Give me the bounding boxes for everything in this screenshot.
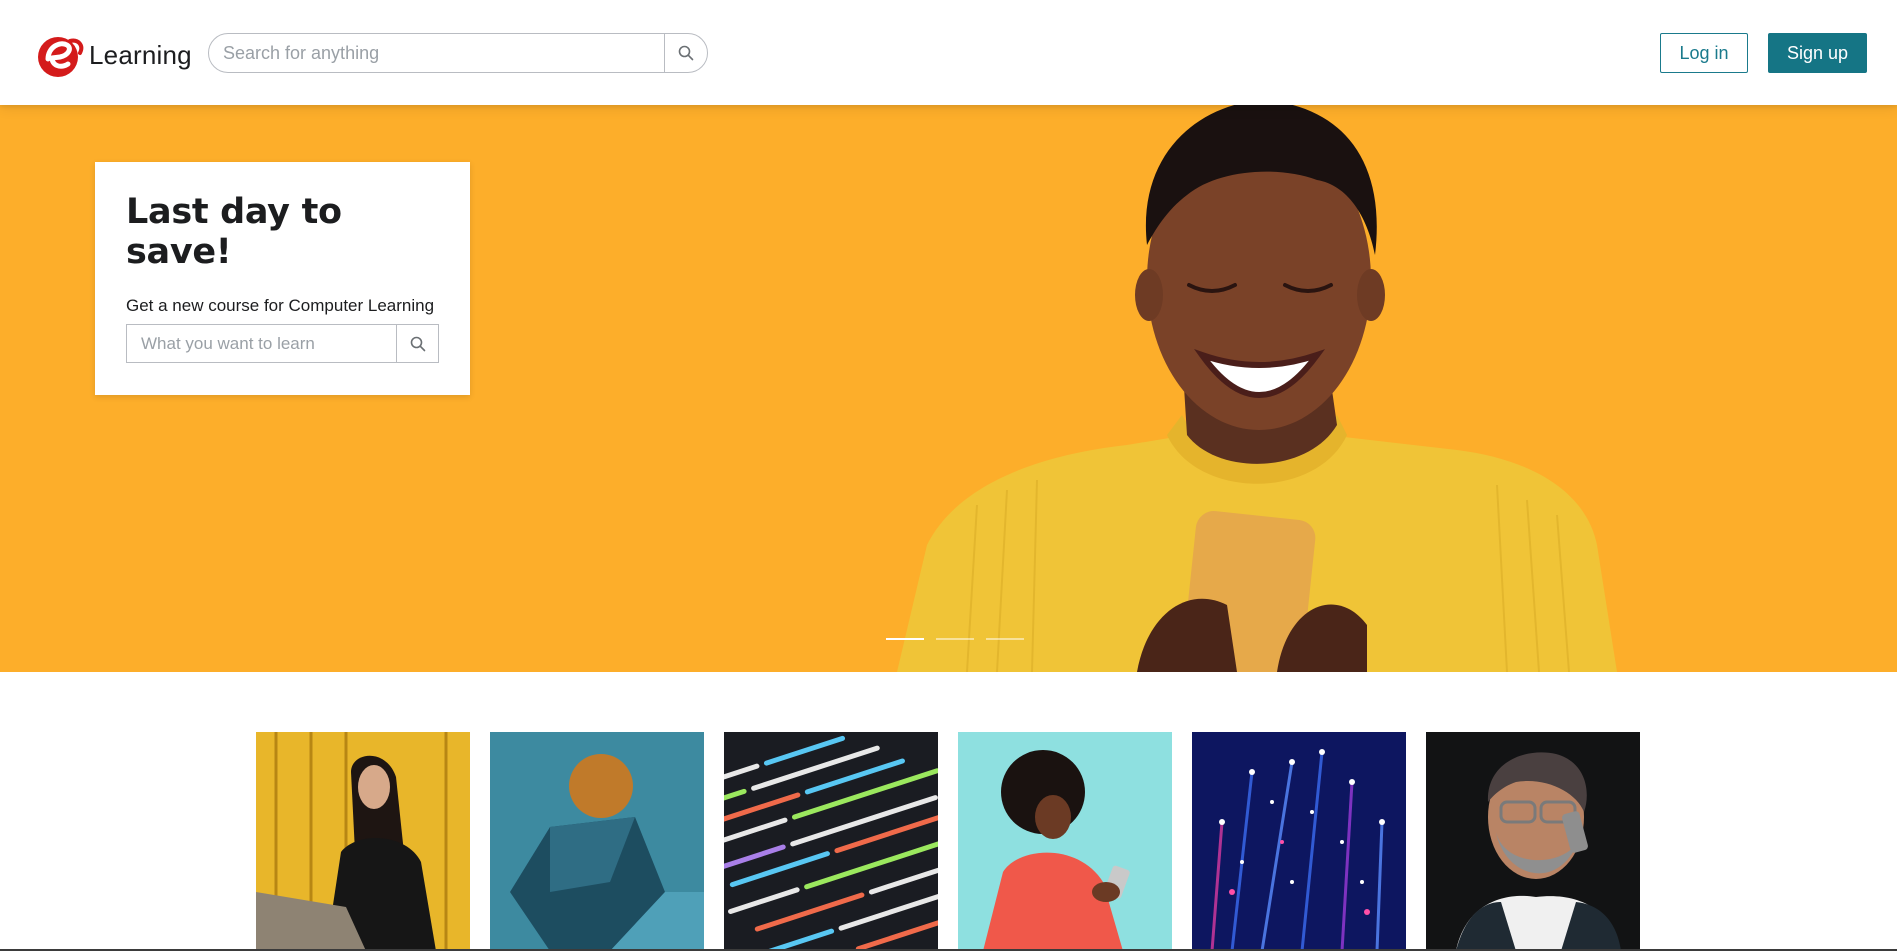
promo-title: Last day to save! xyxy=(126,192,342,272)
geometric-shapes-image xyxy=(490,732,704,951)
carousel-indicators xyxy=(886,638,1024,640)
login-button[interactable]: Log in xyxy=(1660,33,1748,73)
woman-writing-image xyxy=(256,732,470,951)
woman-phone-image xyxy=(958,732,1172,951)
search-button[interactable] xyxy=(664,34,707,72)
category-card[interactable] xyxy=(1192,732,1406,951)
hero-woman-phone-image xyxy=(897,105,1617,672)
signup-button[interactable]: Sign up xyxy=(1768,33,1867,73)
search-input[interactable] xyxy=(223,34,663,72)
man-on-phone-image xyxy=(1426,732,1640,951)
category-card[interactable] xyxy=(490,732,704,951)
search-icon xyxy=(410,336,425,351)
category-card[interactable] xyxy=(256,732,470,951)
fiber-optics-image xyxy=(1192,732,1406,951)
carousel-dot[interactable] xyxy=(986,638,1024,640)
search-icon xyxy=(678,45,694,61)
carousel-dot[interactable] xyxy=(936,638,974,640)
promo-card: Last day to save! Get a new course for C… xyxy=(95,162,470,395)
header-search xyxy=(208,33,708,73)
category-card[interactable] xyxy=(1426,732,1640,951)
category-card[interactable] xyxy=(724,732,938,951)
category-cards xyxy=(256,732,1642,951)
logo-e-icon xyxy=(38,37,84,77)
promo-search-button[interactable] xyxy=(396,325,438,362)
code-screen-image xyxy=(724,732,938,951)
hero-banner: Last day to save! Get a new course for C… xyxy=(0,105,1897,672)
promo-search-input[interactable] xyxy=(141,325,391,362)
logo[interactable]: Learning xyxy=(34,32,192,78)
brand-name: Learning xyxy=(89,39,192,70)
promo-search xyxy=(126,324,439,363)
category-card[interactable] xyxy=(958,732,1172,951)
site-header: Learning Log in Sign up xyxy=(0,0,1897,105)
carousel-dot[interactable] xyxy=(886,638,924,640)
